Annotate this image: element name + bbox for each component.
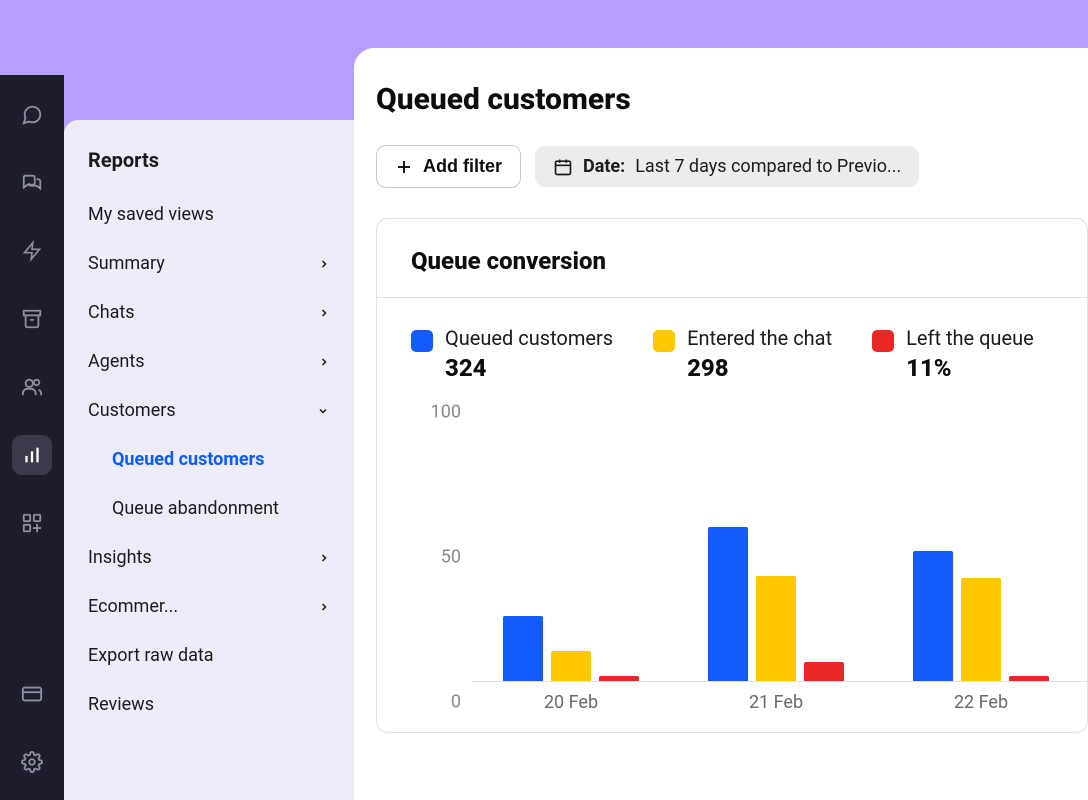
add-filter-label: Add filter	[423, 156, 502, 177]
conversations-icon	[21, 172, 43, 194]
nav-export-raw-data[interactable]: Export raw data	[64, 631, 354, 680]
rail-settings[interactable]	[12, 742, 52, 782]
bar-entered	[756, 576, 796, 681]
bar-left	[599, 676, 639, 681]
chart: 100 50 0	[377, 392, 1087, 732]
nav-label: My saved views	[88, 204, 214, 225]
rail-billing[interactable]	[12, 674, 52, 714]
rail-chat[interactable]	[12, 95, 52, 135]
x-tick: 20 Feb	[491, 692, 651, 713]
bar-queued	[913, 551, 953, 681]
chevron-right-icon	[318, 600, 330, 614]
y-tick: 100	[431, 402, 461, 423]
nav-chats[interactable]: Chats	[64, 288, 354, 337]
chevron-down-icon	[316, 405, 330, 417]
legend-swatch-queued	[411, 330, 433, 352]
icon-rail	[0, 75, 64, 800]
bar-entered	[961, 578, 1001, 681]
legend-label: Left the queue	[906, 326, 1034, 350]
bar-left	[804, 662, 844, 681]
nav-label: Export raw data	[88, 645, 214, 666]
legend-value: 324	[445, 354, 613, 382]
bar-group-1	[696, 527, 856, 681]
reports-sidebar: Reports My saved views Summary Chats Age…	[64, 120, 354, 800]
bar-group-2	[901, 551, 1061, 681]
date-chip-label: Date:	[583, 156, 625, 177]
rail-reports[interactable]	[12, 435, 52, 475]
chat-bubble-icon	[21, 104, 43, 126]
nav-label: Agents	[88, 351, 145, 372]
credit-card-icon	[21, 683, 43, 705]
archive-icon	[21, 308, 43, 330]
nav-customers[interactable]: Customers	[64, 386, 354, 435]
page-title: Queued customers	[376, 82, 1088, 117]
people-icon	[21, 376, 43, 398]
y-axis: 100 50 0	[411, 412, 461, 702]
legend-label: Queued customers	[445, 326, 613, 350]
plus-icon	[395, 158, 413, 176]
nav-reviews[interactable]: Reviews	[64, 680, 354, 729]
nav-ecommerce[interactable]: Ecommer...	[64, 582, 354, 631]
bar-queued	[708, 527, 748, 681]
chevron-right-icon	[318, 257, 330, 271]
rail-apps[interactable]	[12, 503, 52, 543]
legend-queued: Queued customers 324	[411, 326, 613, 382]
nav-label: Customers	[88, 400, 176, 421]
card-header: Queue conversion	[377, 219, 1087, 298]
nav-label: Chats	[88, 302, 135, 323]
rail-archive[interactable]	[12, 299, 52, 339]
x-tick: 22 Feb	[901, 692, 1061, 713]
y-tick: 0	[451, 692, 461, 713]
rail-conversations[interactable]	[12, 163, 52, 203]
card-title: Queue conversion	[411, 247, 1053, 275]
gear-icon	[21, 751, 43, 773]
x-tick: 21 Feb	[696, 692, 856, 713]
nav-agents[interactable]: Agents	[64, 337, 354, 386]
date-chip-value: Last 7 days compared to Previo...	[635, 156, 901, 177]
nav-label: Insights	[88, 547, 152, 568]
plot-area	[471, 412, 1087, 682]
rail-people[interactable]	[12, 367, 52, 407]
legend-left: Left the queue 11%	[872, 326, 1034, 382]
nav-label: Reviews	[88, 694, 154, 715]
bar-queued	[503, 616, 543, 681]
legend-row: Queued customers 324 Entered the chat 29…	[377, 298, 1087, 392]
bar-chart-icon	[21, 444, 43, 466]
subnav-queued-customers[interactable]: Queued customers	[64, 435, 354, 484]
chevron-right-icon	[318, 306, 330, 320]
subnav-queue-abandonment[interactable]: Queue abandonment	[64, 484, 354, 533]
legend-value: 298	[687, 354, 832, 382]
legend-swatch-entered	[653, 330, 675, 352]
filter-row: Add filter Date: Last 7 days compared to…	[376, 145, 1088, 188]
chevron-right-icon	[318, 551, 330, 565]
rail-automation[interactable]	[12, 231, 52, 271]
legend-label: Entered the chat	[687, 326, 832, 350]
legend-entered: Entered the chat 298	[653, 326, 832, 382]
chevron-right-icon	[318, 355, 330, 369]
bar-entered	[551, 651, 591, 681]
bar-left	[1009, 676, 1049, 681]
nav-summary[interactable]: Summary	[64, 239, 354, 288]
calendar-icon	[553, 157, 573, 177]
bar-group-0	[491, 616, 651, 681]
add-filter-button[interactable]: Add filter	[376, 145, 521, 188]
queue-conversion-card: Queue conversion Queued customers 324 En…	[376, 218, 1088, 733]
nav-label: Ecommer...	[88, 596, 178, 617]
date-filter-chip[interactable]: Date: Last 7 days compared to Previo...	[535, 146, 919, 187]
lightning-icon	[22, 240, 42, 262]
nav-my-saved-views[interactable]: My saved views	[64, 190, 354, 239]
y-tick: 50	[441, 547, 461, 568]
legend-swatch-left	[872, 330, 894, 352]
main-panel: Queued customers Add filter Date: Last 7…	[354, 48, 1088, 800]
apps-grid-icon	[21, 512, 43, 534]
sidebar-title: Reports	[64, 148, 354, 190]
nav-insights[interactable]: Insights	[64, 533, 354, 582]
nav-label: Summary	[88, 253, 165, 274]
legend-value: 11%	[906, 354, 1034, 382]
